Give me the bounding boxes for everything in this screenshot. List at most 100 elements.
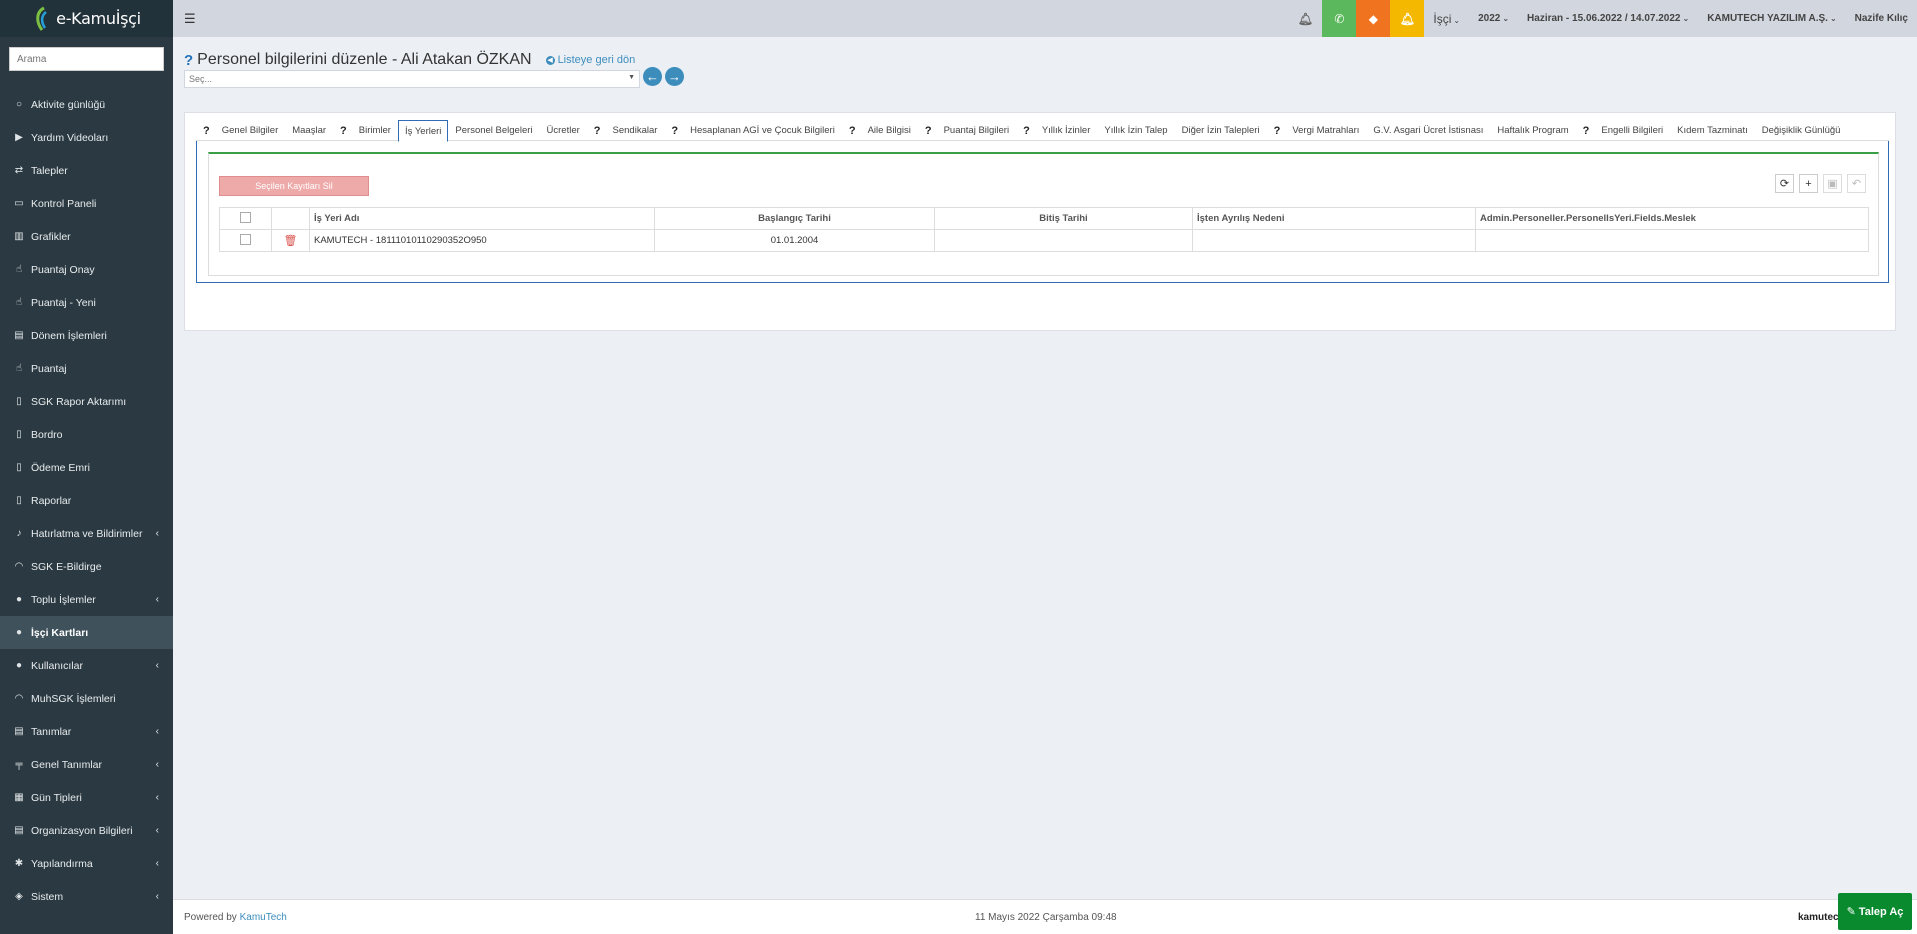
sidebar-item[interactable]: ▯ Ödeme Emri — [0, 451, 173, 484]
sidebar-item[interactable]: ◠ MuhSGK İşlemleri — [0, 682, 173, 715]
tab[interactable]: ? Sendikalar — [587, 120, 665, 141]
column-header[interactable]: Başlangıç Tarihi — [654, 207, 935, 230]
sidebar-item[interactable]: ▤ Tanımlar ‹ — [0, 715, 173, 748]
tab[interactable]: Kıdem Tazminatı — [1670, 120, 1755, 141]
sidebar-item[interactable]: ▭ Kontrol Paneli — [0, 187, 173, 220]
sidebar-item[interactable]: ▦ Gün Tipleri ‹ — [0, 781, 173, 814]
tab[interactable]: ? Yıllık İzinler — [1016, 120, 1097, 141]
end-date-cell[interactable] — [934, 229, 1193, 252]
cube-icon: ◈ — [15, 891, 23, 902]
tab[interactable]: ? Hesaplanan AGİ ve Çocuk Bilgileri — [664, 120, 841, 141]
tab[interactable]: Personel Belgeleri — [448, 120, 539, 141]
start-date-cell[interactable]: 01.01.2004 — [654, 229, 935, 252]
alert-button[interactable]: 🔔︎ — [1390, 0, 1425, 37]
tab[interactable]: ? Vergi Matrahları — [1267, 120, 1367, 141]
tab-label: Maaşlar — [292, 125, 327, 136]
job-cell[interactable] — [1475, 229, 1869, 252]
tab-label: Personel Belgeleri — [455, 125, 533, 136]
sidebar-item[interactable]: ● Kullanıcılar ‹ — [0, 649, 173, 682]
sidebar-item[interactable]: ● Toplu İşlemler ‹ — [0, 583, 173, 616]
year-dropdown[interactable]: 2022 ⌄ — [1469, 13, 1518, 24]
column-header[interactable]: İşten Ayrılış Nedeni — [1192, 207, 1476, 230]
chevron-down-icon: ⌄ — [1829, 14, 1837, 23]
help-icon[interactable]: ? — [203, 125, 210, 137]
sidebar-item-label: Kontrol Paneli — [31, 197, 97, 210]
arrow-left-circle-icon: ◀ — [545, 55, 555, 65]
table-row[interactable]: 🗑︎ KAMUTECH - 18111010110290352O950 01.0… — [219, 229, 1869, 252]
tab[interactable]: G.V. Asgari Ücret İstisnası — [1366, 120, 1490, 141]
help-icon[interactable]: ? — [1274, 125, 1281, 137]
tab[interactable]: Ücretler — [540, 120, 587, 141]
tab[interactable]: ? Engelli Bilgileri — [1576, 120, 1671, 141]
brand-logo[interactable]: e-Kamuİşçi — [0, 0, 173, 37]
row-action-cell: 🗑︎ — [271, 229, 310, 252]
sidebar-item[interactable]: ▶ Yardım Videoları — [0, 121, 173, 154]
previous-record-button[interactable]: ← — [643, 67, 662, 86]
phone-button[interactable]: ✆ — [1322, 0, 1357, 37]
select-all-checkbox[interactable] — [240, 211, 251, 223]
user-menu[interactable]: Nazife Kılıç — [1846, 13, 1917, 24]
sidebar-item[interactable]: ☝ Puantaj - Yeni — [0, 286, 173, 319]
tab[interactable]: ? Genel Bilgiler — [196, 120, 285, 141]
column-header[interactable]: İş Yeri Adı — [309, 207, 655, 230]
sidebar-item[interactable]: ○ Aktivite günlüğü — [0, 88, 173, 121]
tab[interactable]: Haftalık Program — [1490, 120, 1575, 141]
help-icon[interactable]: ? — [594, 125, 601, 137]
trash-icon[interactable]: 🗑︎ — [284, 235, 298, 247]
sidebar-item[interactable]: ✱ Yapılandırma ‹ — [0, 847, 173, 880]
sidebar-item[interactable]: ☝ Puantaj Onay — [0, 253, 173, 286]
sidebar-item[interactable]: ▯ SGK Rapor Aktarımı — [0, 385, 173, 418]
sidebar-item[interactable]: ♪ Hatırlatma ve Bildirimler ‹ — [0, 517, 173, 550]
back-to-list-link[interactable]: ◀ Listeye geri dön — [545, 54, 635, 66]
sidebar-item[interactable]: ⇄ Talepler — [0, 154, 173, 187]
role-dropdown[interactable]: İşçi ⌄ — [1424, 12, 1469, 26]
row-checkbox[interactable] — [240, 233, 251, 245]
sidebar-search-input[interactable] — [9, 47, 164, 71]
next-record-button[interactable]: → — [665, 67, 684, 86]
help-icon[interactable]: ? — [184, 52, 193, 69]
workplace-cell[interactable]: KAMUTECH - 18111010110290352O950 — [309, 229, 655, 252]
sidebar-item[interactable]: ▤ Organizasyon Bilgileri ‹ — [0, 814, 173, 847]
row-select-cell — [219, 229, 272, 252]
tab[interactable]: ? Puantaj Bilgileri — [918, 120, 1016, 141]
sidebar-item[interactable]: ╤ Genel Tanımlar ‹ — [0, 748, 173, 781]
period-dropdown[interactable]: Haziran - 15.06.2022 / 14.07.2022 ⌄ — [1518, 13, 1698, 24]
menu-toggle-icon[interactable]: ☰ — [184, 11, 196, 27]
tab[interactable]: Maaşlar — [285, 120, 333, 141]
create-request-button[interactable]: ✎ Talep Aç — [1838, 893, 1912, 930]
tab[interactable]: İş Yerleri — [397, 120, 449, 142]
tab[interactable]: Yıllık İzin Talep — [1097, 120, 1174, 141]
tab[interactable]: ? Birimler — [333, 120, 398, 141]
notification-bell-icon[interactable]: 🔔︎ — [1288, 12, 1322, 26]
tab[interactable]: ? Aile Bilgisi — [842, 120, 918, 141]
add-icon[interactable]: + — [1799, 174, 1818, 193]
save-icon[interactable]: ▣ — [1823, 174, 1842, 193]
sidebar-item[interactable]: ☝ Puantaj — [0, 352, 173, 385]
sidebar-item[interactable]: ▯ Bordro — [0, 418, 173, 451]
sidebar-item[interactable]: ▯ Raporlar — [0, 484, 173, 517]
help-icon[interactable]: ? — [671, 125, 678, 137]
refresh-icon[interactable]: ⟳ — [1775, 174, 1794, 193]
delete-selected-button[interactable]: Seçilen Kayıtları Sil — [219, 176, 369, 196]
column-header[interactable]: Admin.Personeller.PersonelIsYeri.Fields.… — [1475, 207, 1869, 230]
company-dropdown[interactable]: KAMUTECH YAZILIM A.Ş. ⌄ — [1698, 13, 1845, 24]
sidebar-item[interactable]: ▤ Dönem İşlemleri — [0, 319, 173, 352]
leave-reason-cell[interactable] — [1192, 229, 1476, 252]
ticket-button[interactable]: ◆ — [1356, 0, 1391, 37]
help-icon[interactable]: ? — [849, 125, 856, 137]
help-icon[interactable]: ? — [1583, 125, 1590, 137]
tab[interactable]: Diğer İzin Talepleri — [1175, 120, 1267, 141]
sidebar-item[interactable]: ◠ SGK E-Bildirge — [0, 550, 173, 583]
sidebar-item[interactable]: ◈ Sistem ‹ — [0, 880, 173, 913]
column-header[interactable]: Bitiş Tarihi — [934, 207, 1193, 230]
tab[interactable]: Değişiklik Günlüğü — [1755, 120, 1848, 141]
sidebar-item[interactable]: ▥ Grafikler — [0, 220, 173, 253]
sidebar-item[interactable]: ● İşçi Kartları — [0, 616, 173, 649]
help-icon[interactable]: ? — [925, 125, 932, 137]
help-icon[interactable]: ? — [1023, 125, 1030, 137]
undo-icon[interactable]: ↶ — [1847, 174, 1866, 193]
personnel-select[interactable]: Seç... ▼ — [184, 70, 640, 88]
help-icon[interactable]: ? — [340, 125, 347, 137]
powered-brand-link[interactable]: KamuTech — [240, 912, 287, 923]
sidebar-item-label: Toplu İşlemler — [31, 593, 96, 606]
